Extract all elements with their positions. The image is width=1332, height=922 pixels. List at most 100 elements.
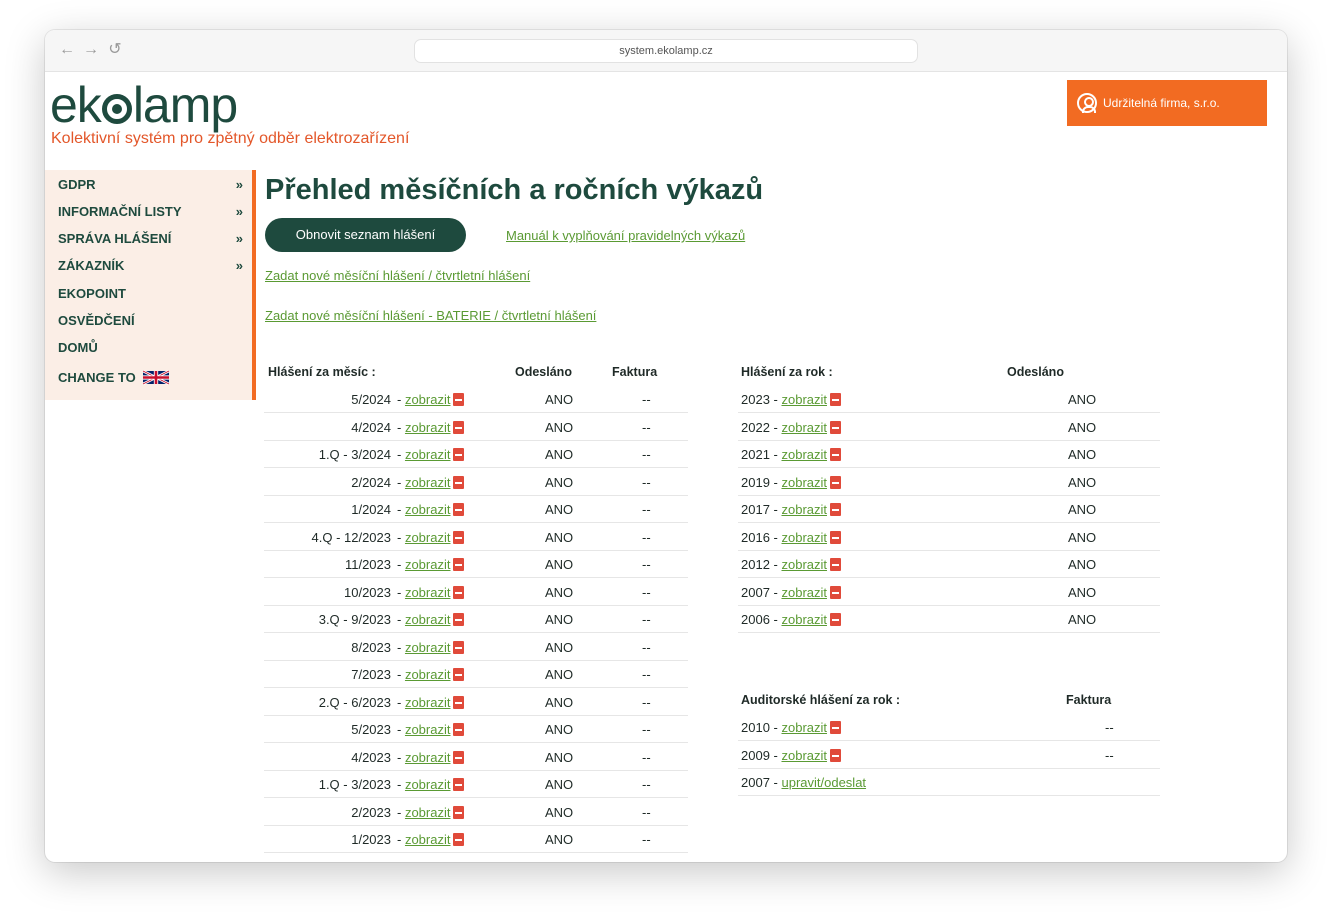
sent-status: ANO <box>545 584 574 600</box>
logo-text-end: lamp <box>132 77 238 133</box>
view-report-link[interactable]: zobrazit <box>405 420 451 435</box>
pdf-icon[interactable] <box>453 558 465 571</box>
sidebar-item-label: SPRÁVA HLÁŠENÍ <box>58 231 172 246</box>
view-report-link[interactable]: zobrazit <box>781 557 827 572</box>
sidebar-item-osvedceni[interactable]: OSVĚDČENÍ <box>58 310 243 332</box>
view-report-link[interactable]: zobrazit <box>405 447 451 462</box>
pdf-icon[interactable] <box>453 448 465 461</box>
pdf-icon[interactable] <box>830 448 842 461</box>
sidebar-item-informacni-listy[interactable]: INFORMAČNÍ LISTY » <box>58 201 243 223</box>
sidebar-item-label: GDPR <box>58 177 96 192</box>
view-report-link[interactable]: zobrazit <box>405 502 451 517</box>
pdf-icon[interactable] <box>453 778 465 791</box>
view-report-link[interactable]: zobrazit <box>405 530 451 545</box>
sidebar-item-change-language[interactable]: CHANGE TO <box>58 367 243 389</box>
pdf-icon[interactable] <box>830 748 842 762</box>
view-report-link[interactable]: zobrazit <box>781 420 827 435</box>
pdf-icon[interactable] <box>453 420 465 434</box>
report-year: 2007 <box>741 584 770 600</box>
report-period: 11/2023 <box>344 557 391 572</box>
table-row: 2007 - upravit/odeslat <box>738 769 1160 796</box>
edit-submit-link[interactable]: upravit/odeslat <box>781 775 866 790</box>
view-report-link[interactable]: zobrazit <box>405 832 451 847</box>
pdf-icon[interactable] <box>453 475 465 489</box>
row-period-actions: 2006 - zobrazit <box>741 606 842 633</box>
view-report-link[interactable]: zobrazit <box>405 805 451 820</box>
user-account-button[interactable]: Udržitelná firma, s.r.o. <box>1067 80 1267 126</box>
row-actions: - zobrazit <box>397 386 465 413</box>
invoice-status: -- <box>642 612 651 627</box>
view-report-link[interactable]: zobrazit <box>405 475 451 490</box>
forward-arrow-icon[interactable]: → <box>83 40 99 60</box>
sidebar-item-ekopoint[interactable]: EKOPOINT <box>58 283 243 305</box>
reload-icon[interactable]: ↺ <box>107 40 123 60</box>
report-period: 2/2024 <box>351 474 391 490</box>
view-report-link[interactable]: zobrazit <box>405 722 451 737</box>
view-report-link[interactable]: zobrazit <box>781 447 827 462</box>
pdf-icon[interactable] <box>453 695 465 709</box>
pdf-icon[interactable] <box>453 585 465 599</box>
row-actions: - zobrazit <box>397 826 465 853</box>
pdf-icon[interactable] <box>830 503 842 516</box>
pdf-icon[interactable] <box>830 558 842 571</box>
view-report-link[interactable]: zobrazit <box>405 557 451 572</box>
row-actions: - zobrazit <box>397 551 465 578</box>
pdf-icon[interactable] <box>830 585 842 599</box>
invoice-status: -- <box>642 777 651 792</box>
new-battery-report-link[interactable]: Zadat nové měsíční hlášení - BATERIE / č… <box>265 308 596 323</box>
view-report-link[interactable]: zobrazit <box>781 530 827 545</box>
view-report-link[interactable]: zobrazit <box>405 392 451 407</box>
view-report-link[interactable]: zobrazit <box>781 585 827 600</box>
pdf-icon[interactable] <box>453 530 465 544</box>
pdf-icon[interactable] <box>453 503 465 516</box>
pdf-icon[interactable] <box>453 613 465 626</box>
pdf-icon[interactable] <box>830 721 842 734</box>
view-report-link[interactable]: zobrazit <box>781 502 827 517</box>
pdf-icon[interactable] <box>453 668 465 681</box>
pdf-icon[interactable] <box>830 393 842 406</box>
pdf-icon[interactable] <box>453 723 465 736</box>
pdf-icon[interactable] <box>453 833 465 846</box>
view-report-link[interactable]: zobrazit <box>405 612 451 627</box>
tagline: Kolektivní systém pro zpětný odběr elekt… <box>51 130 410 147</box>
pdf-icon[interactable] <box>453 750 465 764</box>
sidebar-item-zakaznik[interactable]: ZÁKAZNÍK » <box>58 255 243 277</box>
table-row: 2/2023 - zobrazit ANO -- <box>264 799 688 826</box>
report-period: 7/2023 <box>351 667 391 682</box>
view-report-link[interactable]: zobrazit <box>405 695 451 710</box>
pdf-icon[interactable] <box>453 640 465 654</box>
row-period-actions: 2016 - zobrazit <box>741 524 842 551</box>
view-report-link[interactable]: zobrazit <box>405 585 451 600</box>
view-report-link[interactable]: zobrazit <box>781 720 827 735</box>
pdf-icon[interactable] <box>830 613 842 626</box>
pdf-icon[interactable] <box>453 393 465 406</box>
view-report-link[interactable]: zobrazit <box>781 748 827 763</box>
ekolamp-logo[interactable]: ek lamp <box>50 76 238 134</box>
report-year: 2017 <box>741 502 770 517</box>
row-actions: - zobrazit <box>397 414 465 441</box>
address-bar[interactable]: system.ekolamp.cz <box>414 39 918 63</box>
invoice-status: -- <box>642 722 651 737</box>
view-report-link[interactable]: zobrazit <box>405 777 451 792</box>
pdf-icon[interactable] <box>453 805 465 819</box>
manual-link[interactable]: Manuál k vyplňování pravidelných výkazů <box>506 228 745 243</box>
row-period-actions: 2007 - zobrazit <box>741 579 842 606</box>
view-report-link[interactable]: zobrazit <box>781 475 827 490</box>
view-report-link[interactable]: zobrazit <box>781 392 827 407</box>
view-report-link[interactable]: zobrazit <box>405 750 451 765</box>
view-report-link[interactable]: zobrazit <box>405 667 451 682</box>
row-actions: - zobrazit <box>397 744 465 771</box>
sidebar-item-sprava-hlaseni[interactable]: SPRÁVA HLÁŠENÍ » <box>58 228 243 250</box>
sidebar-item-domu[interactable]: DOMŮ <box>58 337 243 359</box>
refresh-list-button[interactable]: Obnovit seznam hlášení <box>265 218 466 252</box>
report-year: 2006 <box>741 612 770 627</box>
view-report-link[interactable]: zobrazit <box>405 640 451 655</box>
new-monthly-report-link[interactable]: Zadat nové měsíční hlášení / čtvrtletní … <box>265 268 530 283</box>
pdf-icon[interactable] <box>830 420 842 434</box>
view-report-link[interactable]: zobrazit <box>781 612 827 627</box>
pdf-icon[interactable] <box>830 475 842 489</box>
sidebar-item-label: DOMŮ <box>58 340 98 355</box>
back-arrow-icon[interactable]: ← <box>59 40 75 60</box>
pdf-icon[interactable] <box>830 530 842 544</box>
sidebar-item-gdpr[interactable]: GDPR » <box>58 174 243 196</box>
